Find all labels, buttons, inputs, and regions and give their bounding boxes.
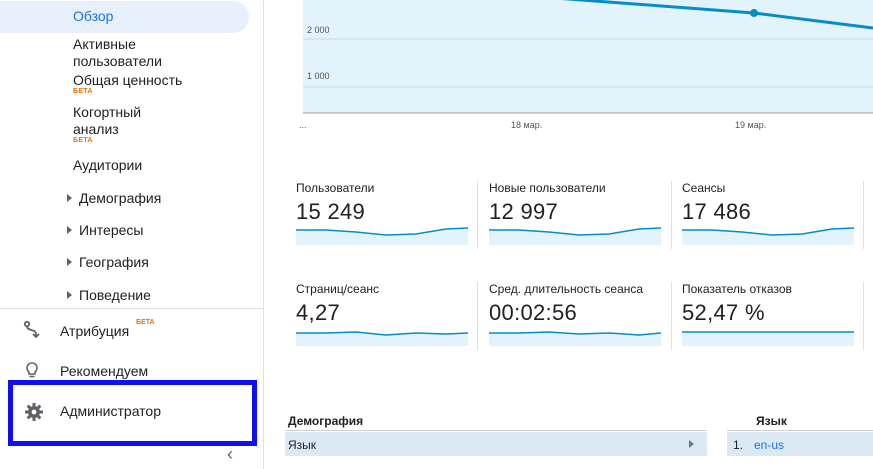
language-link[interactable]: en-us bbox=[754, 438, 784, 452]
sidebar-item-audiences[interactable]: Аудитории bbox=[73, 157, 142, 174]
metric-new-users[interactable]: Новые пользователи 12 997 bbox=[489, 181, 664, 271]
sidebar-item-attribution[interactable]: Атрибуция bbox=[60, 323, 129, 340]
beta-badge: БЕТА bbox=[73, 137, 93, 144]
metric-divider bbox=[863, 282, 864, 350]
demographics-row-language[interactable]: Язык bbox=[285, 432, 707, 456]
metric-label: Пользователи bbox=[296, 181, 375, 195]
sidebar-item-overview[interactable]: Обзор bbox=[73, 8, 113, 25]
metric-divider bbox=[477, 181, 478, 249]
metric-sparkline bbox=[682, 227, 854, 245]
series-point[interactable] bbox=[750, 9, 758, 17]
sidebar: Обзор Активные пользователи Общая ценнос… bbox=[0, 0, 264, 469]
beta-badge: БЕТА bbox=[73, 88, 93, 95]
metric-sessions[interactable]: Сеансы 17 486 bbox=[682, 181, 857, 271]
demographics-header: Демография bbox=[288, 414, 364, 428]
sidebar-item-lifetime-value[interactable]: Общая ценность bbox=[73, 72, 182, 89]
main-content: 2 000 1 000 ... 18 мар. 19 мар. Пользова… bbox=[265, 0, 873, 469]
metric-divider bbox=[671, 282, 672, 350]
attribution-icon bbox=[23, 320, 40, 339]
sidebar-item-behavior[interactable]: Поведение bbox=[79, 287, 151, 304]
language-header: Язык bbox=[756, 414, 787, 428]
admin-highlight-box bbox=[8, 380, 257, 446]
row-index: 1. bbox=[733, 438, 744, 452]
triangle-right-icon[interactable] bbox=[67, 258, 72, 266]
metric-pages-per-session[interactable]: Страниц/сеанс 4,27 bbox=[296, 282, 471, 372]
metric-value: 17 486 bbox=[682, 199, 752, 224]
table-divider bbox=[285, 430, 707, 431]
sidebar-item-interests[interactable]: Интересы bbox=[79, 222, 143, 239]
metric-sparkline bbox=[296, 331, 468, 346]
metric-label: Страниц/сеанс bbox=[296, 282, 380, 296]
y-tick-label: 1 000 bbox=[307, 71, 330, 81]
triangle-right-icon[interactable] bbox=[67, 194, 72, 202]
metric-value: 00:02:56 bbox=[489, 300, 578, 325]
metric-divider bbox=[671, 181, 672, 249]
beta-badge: БЕТА bbox=[136, 319, 155, 326]
x-tick-label: ... bbox=[299, 120, 307, 130]
metric-users[interactable]: Пользователи 15 249 bbox=[296, 181, 471, 271]
x-tick-label: 18 мар. bbox=[511, 120, 542, 130]
triangle-right-icon[interactable] bbox=[67, 291, 72, 299]
metric-value: 15 249 bbox=[296, 199, 366, 224]
metric-divider bbox=[477, 282, 478, 350]
sidebar-item-cohort-analysis[interactable]: Когортный анализ bbox=[73, 104, 183, 138]
metric-sparkline bbox=[682, 331, 854, 346]
collapse-sidebar-icon[interactable]: ‹ bbox=[227, 444, 233, 465]
metric-label: Сред. длительность сеанса bbox=[489, 282, 644, 296]
sidebar-item-demographics[interactable]: Демография bbox=[79, 190, 161, 207]
sidebar-item-geography[interactable]: География bbox=[79, 254, 149, 271]
metric-label: Сеансы bbox=[682, 181, 726, 195]
metric-value: 52,47 % bbox=[682, 300, 765, 325]
sidebar-divider bbox=[0, 308, 264, 309]
metric-label: Показатель отказов bbox=[682, 282, 792, 296]
metric-label: Новые пользователи bbox=[489, 181, 606, 195]
y-tick-label: 2 000 bbox=[307, 25, 330, 35]
users-line-chart: 2 000 1 000 ... 18 мар. 19 мар. bbox=[299, 0, 873, 130]
triangle-right-icon[interactable] bbox=[67, 226, 72, 234]
metric-avg-session-duration[interactable]: Сред. длительность сеанса 00:02:56 bbox=[489, 282, 664, 372]
metric-bounce-rate[interactable]: Показатель отказов 52,47 % bbox=[682, 282, 857, 372]
metric-sparkline bbox=[296, 227, 468, 245]
table-divider bbox=[727, 430, 873, 431]
lightbulb-icon bbox=[26, 362, 38, 378]
metric-divider bbox=[863, 181, 864, 249]
sidebar-item-active-users[interactable]: Активные пользователи bbox=[73, 36, 223, 70]
sidebar-item-recommend[interactable]: Рекомендуем bbox=[60, 363, 148, 380]
metric-sparkline bbox=[489, 227, 661, 245]
sidebar-item-overview-highlight[interactable] bbox=[0, 1, 249, 33]
metric-value: 12 997 bbox=[489, 199, 559, 224]
x-tick-label: 19 мар. bbox=[735, 120, 766, 130]
metric-value: 4,27 bbox=[296, 300, 341, 325]
triangle-right-icon bbox=[689, 440, 694, 448]
metric-sparkline bbox=[489, 331, 661, 346]
row-label: Язык bbox=[288, 438, 317, 452]
language-row[interactable]: 1. en-us bbox=[727, 432, 873, 456]
